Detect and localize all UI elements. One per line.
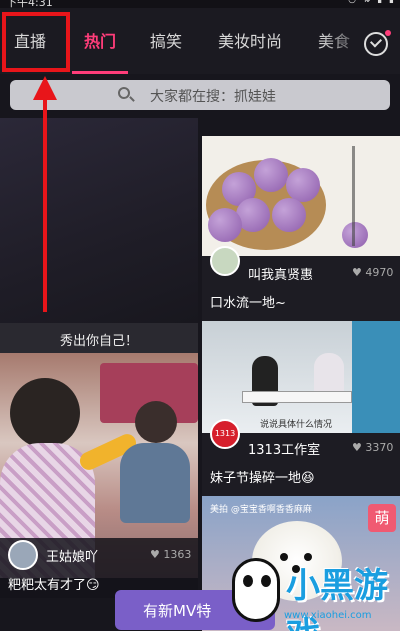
username[interactable]: 王姑娘吖 — [46, 546, 98, 565]
check-circle-icon[interactable] — [364, 30, 391, 56]
heart-icon: ♥ — [352, 441, 366, 454]
annotation-arrow — [43, 96, 47, 312]
status-icons: ◷ ⇅ ▮ ▮ — [348, 0, 396, 5]
video-info-right-1[interactable]: 叫我真贤惠 ♥ 4970 口水流一地~ — [202, 246, 400, 321]
new-mv-banner-label: 有新MV特 — [143, 602, 212, 620]
avatar[interactable] — [210, 246, 240, 276]
search-placeholder: 大家都在搜：抓娃娃 — [150, 89, 276, 105]
username[interactable]: 叫我真贤惠 — [248, 264, 313, 283]
live-stream-preview[interactable] — [0, 118, 198, 323]
avatar[interactable]: 1313 — [210, 419, 240, 449]
search-icon — [118, 87, 130, 99]
watermark: 小黑游戏 www.xiaohei.com — [232, 558, 400, 631]
scene-person-1 — [10, 378, 80, 448]
video-caption: 说说具体什么情况 — [260, 420, 333, 430]
video-info-right-2[interactable]: 1313 1313工作室 ♥ 3370 妹子节操碎一地😆 — [202, 419, 400, 496]
video-thumbnail-right-1[interactable] — [202, 136, 400, 256]
video-description: 口水流一地~ — [210, 296, 286, 311]
scene-calligraphy — [352, 146, 392, 246]
highlight-box — [2, 12, 70, 72]
tab-fade — [320, 8, 370, 74]
left-card-header: 秀出你自己！ — [0, 323, 198, 353]
video-info-left[interactable]: 王姑娘吖 ♥ 1363 粑粑太有才了😏 — [0, 538, 198, 598]
scene-ball — [254, 158, 288, 192]
scene-desk — [242, 391, 352, 403]
like-count-value: 3370 — [365, 441, 394, 454]
video-description: 妹子节操碎一地😆 — [210, 471, 315, 486]
video-thumbnail-right-2[interactable]: 说说具体什么情况 — [202, 321, 400, 433]
panda-logo-icon — [232, 558, 280, 622]
scene-person-2 — [135, 401, 177, 443]
scene-person-2-body — [120, 443, 190, 523]
like-count: ♥ 4970 — [352, 266, 393, 279]
scene-ball — [286, 168, 320, 202]
cute-tag: 萌 — [368, 504, 396, 532]
tab-beauty-fashion[interactable]: 美妆时尚 — [218, 28, 282, 52]
video-feed: 秀出你自己！ 王姑娘吖 ♥ 1363 粑粑太有才了😏 叫我真贤惠 ♥ 4970 — [0, 118, 400, 631]
username[interactable]: 1313工作室 — [248, 439, 320, 458]
video-description: 粑粑太有才了😏 — [8, 578, 100, 593]
heart-icon: ♥ — [150, 548, 164, 561]
search-bar[interactable]: 大家都在搜：抓娃娃 — [10, 80, 390, 110]
scene-ball — [208, 208, 242, 242]
status-bar: 下午4:31 ◷ ⇅ ▮ ▮ — [0, 0, 400, 9]
scene-wall — [352, 321, 400, 433]
active-tab-indicator — [72, 71, 128, 74]
like-count-value: 4970 — [365, 266, 394, 279]
like-count: ♥ 3370 — [352, 441, 393, 454]
like-count: ♥ 1363 — [150, 548, 191, 561]
tab-funny[interactable]: 搞笑 — [150, 28, 182, 52]
left-card-header-text: 秀出你自己！ — [59, 334, 138, 349]
tab-hot[interactable]: 热门 — [84, 28, 116, 52]
like-count-value: 1363 — [163, 548, 192, 561]
video-top-caption: 美拍 @宝宝香啊香香麻麻 — [210, 505, 312, 515]
heart-icon: ♥ — [352, 266, 366, 279]
watermark-url: www.xiaohei.com — [284, 610, 372, 621]
scene-ball — [272, 198, 306, 232]
avatar[interactable] — [8, 540, 38, 570]
